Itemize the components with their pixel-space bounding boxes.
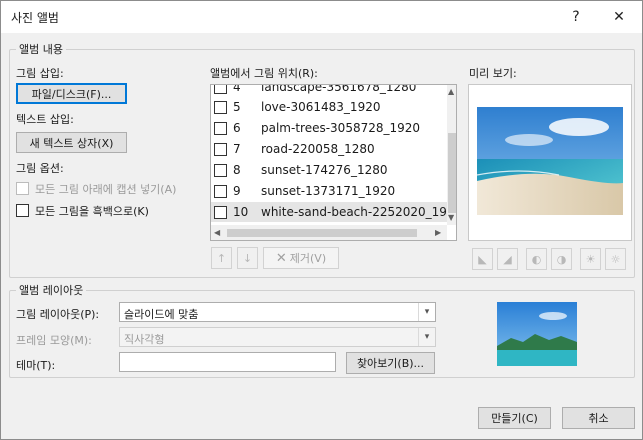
list-item-checkbox[interactable] [214,185,227,198]
help-button[interactable]: ? [562,5,590,29]
insert-text-label: 텍스트 삽입: [16,113,74,126]
album-content-legend: 앨범 내용 [19,43,63,56]
chevron-down-icon[interactable]: ▾ [418,328,435,346]
picture-options-label: 그림 옵션: [16,162,64,175]
preview-frame [468,84,632,241]
frame-shape-select[interactable]: 직사각형 ▾ [119,327,436,347]
brightness-decrease-icon[interactable]: ☼ [605,248,626,270]
photo-album-dialog: 사진 앨범 ? ✕ 앨범 내용 그림 삽입: 파일/디스크(F)... 텍스트 … [0,0,643,440]
contrast-increase-icon[interactable]: ◐ [526,248,547,270]
theme-label: 테마(T): [16,359,56,372]
theme-input[interactable] [119,352,336,372]
list-item-name: sunset-174276_1280 [261,163,388,177]
list-item-number: 6 [233,121,241,135]
scroll-right-icon[interactable]: ▶ [435,228,441,237]
list-item-name: road-220058_1280 [261,142,375,156]
list-item-number: 9 [233,184,241,198]
vertical-scroll-thumb[interactable] [448,133,456,213]
album-layout-legend: 앨범 레이아웃 [19,284,84,297]
list-item-checkbox[interactable] [214,122,227,135]
list-item[interactable]: 7 road-220058_1280 [211,139,447,159]
list-horizontal-scrollbar[interactable]: ◀ ▶ [211,225,447,240]
preview-label: 미리 보기: [469,67,517,80]
list-item-checkbox[interactable] [214,143,227,156]
picture-layout-select[interactable]: 슬라이드에 맞춤 ▾ [119,302,436,322]
title-bar: 사진 앨범 ? ✕ [1,1,642,33]
picture-layout-value: 슬라이드에 맞춤 [124,308,199,321]
remove-button-label: 제거(V) [289,252,327,265]
scroll-down-icon[interactable]: ▼ [448,213,454,222]
insert-picture-label: 그림 삽입: [16,67,64,80]
layout-preview-image [497,302,577,366]
list-item-number: 5 [233,100,241,114]
list-item-name: palm-trees-3058728_1920 [261,121,421,135]
pictures-listbox[interactable]: 4 landscape-3561678_1280 5 love-3061483_… [210,84,457,241]
rotate-right-icon[interactable]: ◢ [497,248,518,270]
list-item[interactable]: 8 sunset-174276_1280 [211,160,447,180]
create-button[interactable]: 만들기(C) [478,407,551,429]
cancel-button[interactable]: 취소 [562,407,635,429]
list-item-number: 10 [233,205,249,219]
close-icon[interactable]: ✕ [605,5,633,29]
pictures-in-album-label: 앨범에서 그림 위치(R): [210,67,318,80]
list-item-number: 8 [233,163,241,177]
list-item[interactable]: 4 landscape-3561678_1280 [211,84,447,97]
scroll-up-icon[interactable]: ▲ [448,87,454,96]
rotate-left-icon[interactable]: ◣ [472,248,493,270]
file-disk-button[interactable]: 파일/디스크(F)... [16,83,127,104]
scroll-left-icon[interactable]: ◀ [214,228,220,237]
list-item-name: landscape-3561678_1280 [261,84,417,94]
dialog-title: 사진 앨범 [11,11,59,25]
list-item-checkbox[interactable] [214,85,227,94]
list-item-checkbox[interactable] [214,101,227,114]
list-item-name: sunset-1373171_1920 [261,184,396,198]
horizontal-scroll-thumb[interactable] [227,229,417,237]
captions-option-label: 모든 그림 아래에 캡션 넣기(A) [35,183,177,196]
captions-checkbox[interactable] [16,182,29,195]
list-item[interactable]: 6 palm-trees-3058728_1920 [211,118,447,138]
picture-layout-label: 그림 레이아웃(P): [16,308,100,321]
list-item-name: white-sand-beach-2252020_1920 [261,205,457,219]
contrast-decrease-icon[interactable]: ◑ [551,248,572,270]
remove-button[interactable]: ✕ 제거(V) [263,247,339,269]
new-text-box-button[interactable]: 새 텍스트 상자(X) [16,132,127,153]
frame-shape-label: 프레임 모양(M): [16,334,92,347]
move-down-icon[interactable]: ↓ [237,247,258,269]
list-item[interactable]: 9 sunset-1373171_1920 [211,181,447,201]
list-item[interactable]: 5 love-3061483_1920 [211,97,447,117]
beach-preview-image [476,107,623,215]
list-item-checkbox[interactable] [214,206,227,219]
black-white-option-label: 모든 그림을 흑백으로(K) [35,205,149,218]
move-up-icon[interactable]: ↑ [211,247,232,269]
black-white-checkbox[interactable] [16,204,29,217]
browse-button[interactable]: 찾아보기(B)... [346,352,435,374]
list-item-selected[interactable]: 10 white-sand-beach-2252020_1920 [211,202,456,222]
list-item-checkbox[interactable] [214,164,227,177]
list-vertical-scrollbar[interactable]: ▲ ▼ [447,85,456,225]
list-item-number: 4 [233,84,241,94]
remove-x-icon: ✕ [275,250,287,266]
chevron-down-icon[interactable]: ▾ [418,303,435,321]
list-item-name: love-3061483_1920 [261,100,381,114]
brightness-increase-icon[interactable]: ☀ [580,248,601,270]
list-item-number: 7 [233,142,241,156]
frame-shape-value: 직사각형 [124,333,165,346]
